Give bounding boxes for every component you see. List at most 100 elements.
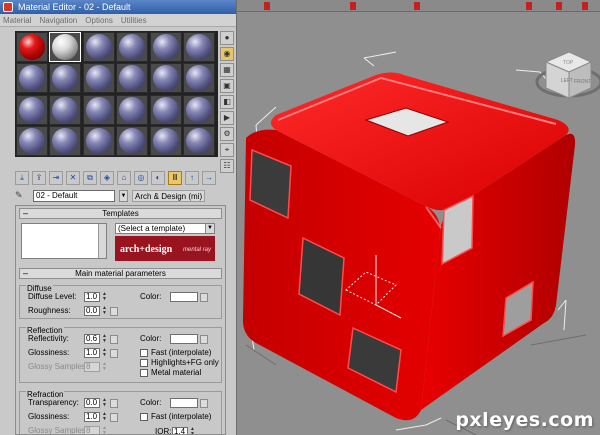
- viewport-perspective[interactable]: LEFT FRONT TOP pxleyes.com: [236, 0, 600, 435]
- title-bar[interactable]: Material Editor - 02 - Default: [0, 0, 236, 14]
- menu-utilities[interactable]: Utilities: [121, 14, 147, 26]
- main-params-rollout-header[interactable]: – Main material parameters: [19, 268, 222, 279]
- make-preview-icon[interactable]: ▶: [220, 111, 234, 125]
- put-to-library-icon[interactable]: ⌂: [117, 171, 131, 185]
- diffuse-level-spinner[interactable]: ▲ ▼: [102, 292, 107, 302]
- refraction-glossy-samples-field[interactable]: 8: [84, 426, 100, 434]
- get-material-icon[interactable]: ⤓: [15, 171, 29, 185]
- material-slot[interactable]: [82, 126, 115, 157]
- roughness-field[interactable]: 0.0: [84, 306, 100, 316]
- material-editor-window[interactable]: Material Editor - 02 - Default Material …: [0, 0, 237, 435]
- metal-material-checkbox[interactable]: [140, 369, 148, 377]
- template-description-list[interactable]: [21, 223, 107, 259]
- material-slot[interactable]: [82, 63, 115, 94]
- highlights-fg-checkbox[interactable]: [140, 359, 148, 367]
- reflectivity-spinner[interactable]: ▲ ▼: [102, 334, 107, 344]
- refraction-glossiness-map-button[interactable]: [110, 413, 118, 422]
- options-icon[interactable]: ⚙: [220, 127, 234, 141]
- material-slot[interactable]: [182, 126, 215, 157]
- reflection-color-swatch[interactable]: [170, 334, 198, 344]
- toolbar-marker-4[interactable]: [526, 2, 532, 10]
- menu-options[interactable]: Options: [85, 14, 113, 26]
- material-slot[interactable]: [49, 63, 82, 94]
- reset-map-icon[interactable]: ✕: [66, 171, 80, 185]
- refraction-color-map-button[interactable]: [200, 399, 208, 408]
- toolbar-marker-3[interactable]: [414, 2, 420, 10]
- show-map-in-viewport-icon[interactable]: ◐: [151, 171, 165, 185]
- material-type-button[interactable]: Arch & Design (mi): [132, 190, 206, 202]
- templates-rollout-header[interactable]: – Templates: [19, 208, 222, 219]
- transparency-map-button[interactable]: [110, 399, 118, 408]
- material-slot[interactable]: [116, 94, 149, 125]
- copy-material-icon[interactable]: ⧉: [83, 171, 97, 185]
- material-slot[interactable]: [16, 32, 48, 62]
- video-color-check-icon[interactable]: ◧: [220, 95, 234, 109]
- toolbar-marker-6[interactable]: [582, 2, 588, 10]
- refraction-glossiness-field[interactable]: 1.0: [84, 412, 100, 422]
- material-slot[interactable]: [16, 63, 48, 94]
- refraction-glossiness-spinner[interactable]: ▲ ▼: [102, 412, 107, 422]
- material-slot[interactable]: [116, 126, 149, 157]
- diffuse-level-field[interactable]: 1.0: [84, 292, 100, 302]
- material-slot[interactable]: [182, 94, 215, 125]
- material-slot[interactable]: [49, 94, 82, 125]
- material-name-dropdown[interactable]: ▼: [119, 190, 128, 202]
- template-list-scrollbar[interactable]: [98, 224, 106, 258]
- material-slot[interactable]: [182, 63, 215, 94]
- go-forward-sibling-icon[interactable]: →: [202, 171, 216, 185]
- menu-material[interactable]: Material: [3, 14, 31, 26]
- rollout-panel[interactable]: – Templates (Select a template) ▼ arch+d…: [15, 205, 226, 435]
- viewcube-icon[interactable]: [535, 51, 600, 99]
- reflection-glossiness-map-button[interactable]: [110, 349, 118, 358]
- backlight-icon[interactable]: ◉: [220, 47, 234, 61]
- material-slot[interactable]: [49, 126, 82, 157]
- material-slot[interactable]: [149, 126, 182, 157]
- ior-field[interactable]: 1.4: [172, 427, 188, 434]
- diffuse-color-swatch[interactable]: [170, 292, 198, 302]
- reflectivity-map-button[interactable]: [110, 335, 118, 344]
- fast-interpolate-checkbox[interactable]: [140, 349, 148, 357]
- material-slot[interactable]: [182, 32, 215, 62]
- material-slot[interactable]: [49, 32, 82, 62]
- toolbar-marker-2[interactable]: [350, 2, 356, 10]
- material-slot[interactable]: [149, 32, 182, 62]
- put-to-scene-icon[interactable]: ⇪: [32, 171, 46, 185]
- material-slot[interactable]: [149, 94, 182, 125]
- material-slot[interactable]: [16, 126, 48, 157]
- material-slot[interactable]: [116, 63, 149, 94]
- material-id-channel-icon[interactable]: ◎: [134, 171, 148, 185]
- make-unique-icon[interactable]: ◈: [100, 171, 114, 185]
- material-slot[interactable]: [82, 32, 115, 62]
- toolbar-marker-1[interactable]: [264, 2, 270, 10]
- material-slot[interactable]: [149, 63, 182, 94]
- material-slot[interactable]: [116, 32, 149, 62]
- reflection-glossiness-spinner[interactable]: ▲ ▼: [102, 348, 107, 358]
- menu-navigation[interactable]: Navigation: [39, 14, 77, 26]
- material-slot[interactable]: [82, 94, 115, 125]
- select-by-material-icon[interactable]: ⌖: [220, 143, 234, 157]
- sample-type-sphere-icon[interactable]: ●: [220, 31, 234, 45]
- eyedropper-icon[interactable]: ✎: [15, 190, 29, 202]
- diffuse-map-button[interactable]: [200, 293, 208, 302]
- go-to-parent-icon[interactable]: ↑: [185, 171, 199, 185]
- assign-to-selection-icon[interactable]: ⇥: [49, 171, 63, 185]
- transparency-field[interactable]: 0.0: [84, 398, 100, 408]
- reflection-color-map-button[interactable]: [200, 335, 208, 344]
- refraction-glossy-samples-spinner[interactable]: ▲ ▼: [102, 426, 107, 435]
- material-slot[interactable]: [16, 94, 48, 125]
- reflection-glossiness-field[interactable]: 1.0: [84, 348, 100, 358]
- reflectivity-field[interactable]: 0.6: [84, 334, 100, 344]
- refraction-fast-interpolate-checkbox[interactable]: [140, 413, 148, 421]
- refraction-color-swatch[interactable]: [170, 398, 198, 408]
- reflection-glossy-samples-spinner[interactable]: ▲ ▼: [102, 362, 107, 372]
- sample-uv-tiling-icon[interactable]: ▣: [220, 79, 234, 93]
- background-checker-icon[interactable]: ▦: [220, 63, 234, 77]
- toolbar-marker-5[interactable]: [556, 2, 562, 10]
- template-select[interactable]: (Select a template) ▼: [115, 223, 215, 234]
- reflection-glossy-samples-field[interactable]: 8: [84, 362, 100, 372]
- roughness-map-button[interactable]: [110, 307, 118, 316]
- material-name-field[interactable]: 02 - Default: [33, 190, 115, 202]
- show-end-result-icon[interactable]: Ⅲ: [168, 171, 182, 185]
- ior-spinner[interactable]: ▲ ▼: [190, 427, 195, 435]
- transparency-spinner[interactable]: ▲ ▼: [102, 398, 107, 408]
